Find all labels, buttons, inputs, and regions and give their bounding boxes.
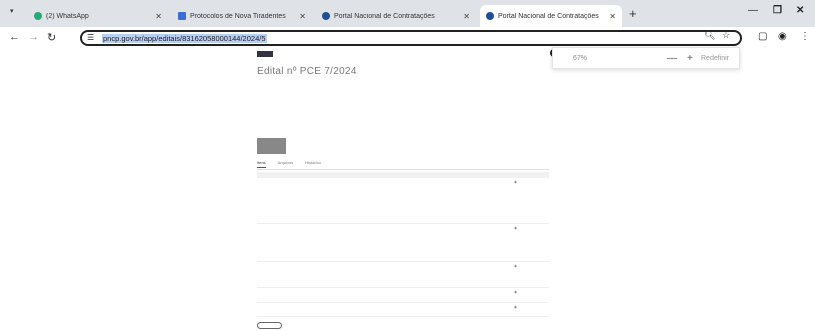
cell [287, 223, 357, 262]
cell [402, 287, 452, 303]
cell [257, 287, 287, 303]
document-icon [178, 12, 186, 20]
close-window-icon[interactable]: ✕ [796, 5, 804, 16]
new-tab-icon[interactable]: + [629, 6, 637, 21]
cell [452, 287, 512, 303]
table-row: ◉ [257, 302, 549, 317]
zoom-popup: 67% — + Redefinir [552, 47, 740, 69]
items-table: ◉ ◉ ◉ ◉ ◉ [257, 172, 549, 317]
close-tab-icon[interactable]: ✕ [463, 12, 470, 21]
zoom-in-button[interactable]: + [687, 53, 693, 64]
cell [402, 261, 452, 288]
cell [452, 261, 512, 288]
forward-arrow-icon[interactable]: → [28, 31, 39, 43]
tab-title: Portal Nacional de Contratações [498, 12, 599, 20]
tab-title: (2) WhatsApp [46, 12, 89, 20]
tab-divider [257, 169, 549, 170]
eye-icon[interactable]: ◉ [512, 261, 549, 288]
tab-strip: ▾ (2) WhatsApp ✕ Protocolos de Nova Tira… [0, 0, 815, 27]
table-row: ◉ [257, 178, 549, 224]
cell [287, 302, 357, 317]
back-button[interactable] [257, 322, 282, 329]
whatsapp-icon [34, 12, 42, 20]
tab-pncp-1[interactable]: Portal Nacional de Contratações ✕ [316, 5, 476, 27]
zoom-level: 67% [573, 54, 588, 62]
cell [402, 178, 452, 224]
tab-protocolos[interactable]: Protocolos de Nova Tiradentes ✕ [172, 5, 312, 27]
tab-historico[interactable]: Histórico [305, 160, 321, 168]
pncp-icon [322, 12, 330, 20]
browser-toolbar: ← → ↻ ☰ pncp.gov.br/app/editais/83162058… [0, 27, 815, 49]
url-text: pncp.gov.br/app/editais/83162058000144/2… [102, 33, 267, 43]
tab-pncp-active[interactable]: Portal Nacional de Contratações ✕ [480, 5, 622, 27]
cell [402, 302, 452, 317]
cell [287, 287, 357, 303]
zoom-magnifier-icon[interactable]: 🔍︎ [704, 30, 715, 41]
pncp-logo[interactable] [257, 51, 273, 57]
sidebar-icon[interactable]: ▢ [758, 31, 767, 42]
eye-icon[interactable]: ◉ [512, 287, 549, 303]
eye-icon[interactable]: ◉ [512, 302, 549, 317]
cell [357, 178, 402, 224]
tab-arquivos[interactable]: Arquivos [278, 160, 294, 168]
cell [287, 178, 357, 224]
site-header [257, 49, 577, 59]
cell [357, 261, 402, 288]
cell [452, 302, 512, 317]
minimize-icon[interactable]: — [748, 5, 758, 16]
table-row: ◉ [257, 261, 549, 288]
cell [452, 223, 512, 262]
cell [257, 302, 287, 317]
bookmark-star-icon[interactable]: ☆ [722, 30, 730, 41]
cell [402, 223, 452, 262]
maximize-icon[interactable]: ❐ [773, 5, 782, 16]
close-tab-icon[interactable]: ✕ [155, 12, 162, 21]
address-bar[interactable]: ☰ pncp.gov.br/app/editais/83162058000144… [80, 30, 742, 46]
eye-icon[interactable]: ◉ [512, 178, 549, 224]
page-title: Edital nº PCE 7/2024 [257, 66, 357, 77]
content-tabs: Itens Arquivos Histórico [257, 160, 321, 168]
back-arrow-icon[interactable]: ← [9, 31, 20, 43]
cell [287, 261, 357, 288]
cell [357, 287, 402, 303]
tab-title: Protocolos de Nova Tiradentes [190, 12, 286, 20]
cell [357, 302, 402, 317]
menu-dots-icon[interactable]: ⋮ [800, 31, 810, 42]
zoom-out-button[interactable]: — [667, 53, 677, 64]
tab-title: Portal Nacional de Contratações [334, 12, 435, 20]
table-row: ◉ [257, 287, 549, 303]
cell [257, 223, 287, 262]
profile-icon[interactable]: ◉ [778, 31, 787, 42]
cell [452, 178, 512, 224]
tab-itens[interactable]: Itens [257, 160, 266, 168]
pncp-icon [486, 12, 494, 20]
reload-icon[interactable]: ↻ [47, 31, 56, 44]
action-button[interactable] [257, 138, 286, 154]
close-tab-icon[interactable]: ✕ [299, 12, 306, 21]
cell [257, 261, 287, 288]
eye-icon[interactable]: ◉ [512, 223, 549, 262]
description-text [257, 127, 562, 141]
tab-whatsapp[interactable]: (2) WhatsApp ✕ [28, 5, 168, 27]
tab-search-icon[interactable]: ▾ [10, 7, 14, 15]
table-row: ◉ [257, 223, 549, 262]
site-info-icon[interactable]: ☰ [87, 33, 94, 42]
cell [357, 223, 402, 262]
page-content: Edital nº PCE 7/2024 Itens Arquivos Hist… [0, 49, 815, 331]
cell [257, 178, 287, 224]
zoom-reset-button[interactable]: Redefinir [701, 55, 729, 62]
close-tab-icon[interactable]: ✕ [609, 12, 616, 21]
